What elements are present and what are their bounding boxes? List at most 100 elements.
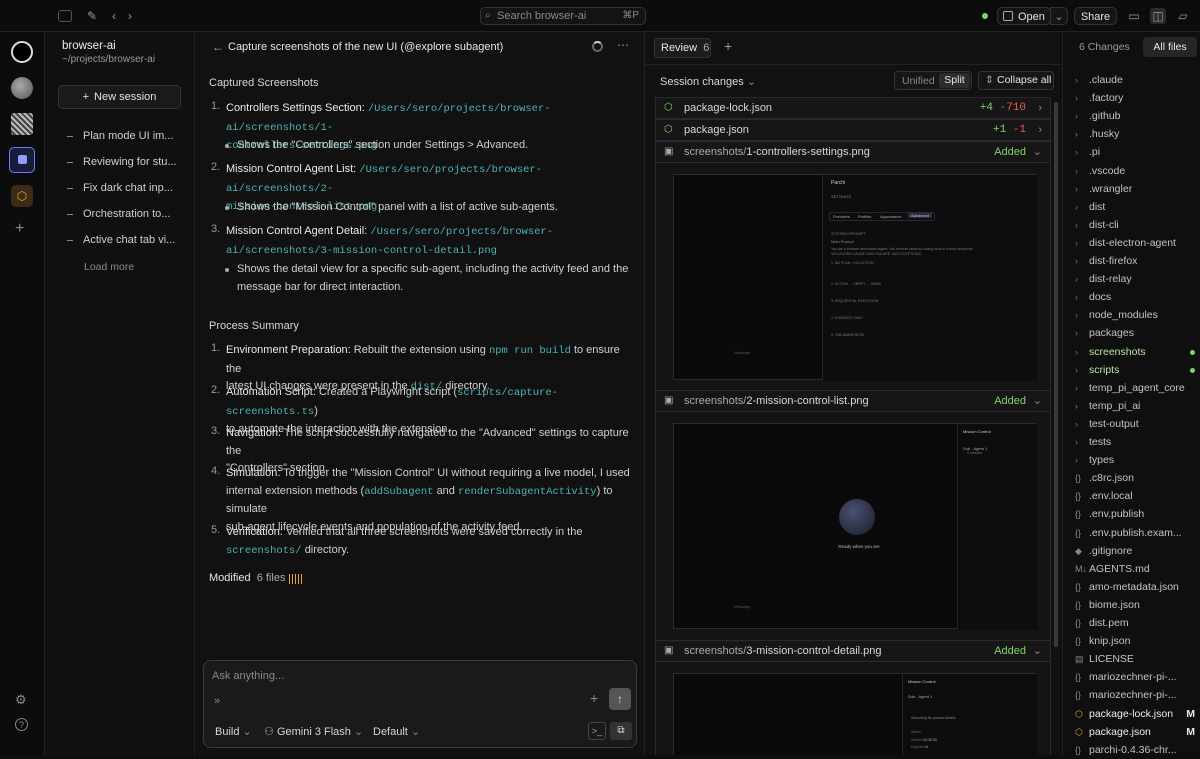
tab-review[interactable]: Review 6 [654, 38, 711, 58]
compose-icon[interactable]: ✎ [84, 8, 100, 24]
tree-folder[interactable]: › .wrangler [1075, 180, 1199, 198]
preset-select[interactable]: Default ⌄ [373, 725, 420, 738]
tree-folder[interactable]: › dist-electron-agent [1075, 234, 1199, 252]
tree-file[interactable]: {} .c8rc.json [1075, 469, 1199, 487]
tree-folder[interactable]: › .husky [1075, 125, 1199, 143]
mode-select[interactable]: Build ⌄ [215, 725, 252, 738]
share-button[interactable]: Share [1074, 7, 1117, 25]
tree-file[interactable]: ◆ .gitignore [1075, 542, 1199, 560]
tree-folder[interactable]: › node_modules [1075, 306, 1199, 324]
tree-folder[interactable]: › temp_pi_agent_core [1075, 379, 1199, 397]
folder-name: screenshots [1089, 345, 1146, 358]
tree-folder[interactable]: › test-output [1075, 415, 1199, 433]
back-icon[interactable]: ‹ [106, 8, 122, 24]
session-item[interactable]: Active chat tab vi... [67, 231, 187, 249]
file-path[interactable]: ai/screenshots/3-mission-control-detail.… [226, 245, 497, 257]
tree-folder[interactable]: › .vscode [1075, 162, 1199, 180]
tree-folder[interactable]: › dist-firefox [1075, 252, 1199, 270]
model-select[interactable]: ⚇ Gemini 3 Flash ⌄ [264, 725, 363, 738]
unified-toggle[interactable]: Unified [902, 75, 935, 87]
open-dropdown-button[interactable]: ⌄ [1050, 7, 1068, 25]
tree-folder[interactable]: › .pi [1075, 143, 1199, 161]
tree-file[interactable]: ▤ LICENSE [1075, 650, 1199, 668]
forward-icon[interactable]: › [122, 8, 138, 24]
file-row[interactable]: ⬡ package-lock.json +4 -710 › [655, 97, 1051, 119]
add-tab-icon[interactable]: + [724, 38, 732, 54]
file-path[interactable]: /Users/sero/projects/browser- [370, 226, 553, 238]
screenshot-preview[interactable]: Mission Control Sub - Agent 1 0 minutes … [673, 423, 1037, 630]
arrow-up-icon: ↑ [617, 692, 623, 706]
split-toggle[interactable]: Split [939, 73, 970, 88]
preview-title: Mission Control [908, 679, 936, 684]
tree-file[interactable]: ⬡ package-lock.json M [1075, 705, 1199, 723]
review-scrollbar[interactable] [1054, 102, 1058, 647]
project-avatar-3[interactable] [11, 113, 33, 135]
package-icon[interactable]: ⬡ [11, 185, 33, 207]
tree-file[interactable]: {} parchi-0.4.36-chr... [1075, 741, 1199, 759]
terminal-icon[interactable]: >_ [588, 722, 606, 740]
tree-file[interactable]: {} biome.json [1075, 596, 1199, 614]
project-avatar-active[interactable] [9, 147, 35, 173]
tree-folder[interactable]: › packages [1075, 324, 1199, 342]
screenshot-preview[interactable]: Mission Control Sub - Agent 1 Searching … [673, 673, 1037, 756]
load-more-link[interactable]: Load more [84, 261, 134, 273]
file-row[interactable]: ▣ screenshots/2-mission-control-list.png… [655, 390, 1051, 412]
modified-summary[interactable]: Modified 6 files [209, 572, 303, 584]
tree-folder[interactable]: › docs [1075, 288, 1199, 306]
tree-folder[interactable]: › tests [1075, 433, 1199, 451]
tab-changes[interactable]: 6 Changes [1079, 41, 1130, 53]
file-row[interactable]: ▣ screenshots/1-controllers-settings.png… [655, 141, 1051, 163]
tree-file[interactable]: {} mariozechner-pi-... [1075, 668, 1199, 686]
project-avatar-1[interactable] [11, 41, 33, 63]
tree-folder[interactable]: › dist [1075, 198, 1199, 216]
settings-gear-icon[interactable]: ⚙ [15, 692, 27, 708]
help-icon[interactable]: ? [15, 718, 28, 731]
send-button[interactable]: ↑ [609, 688, 631, 710]
tree-file[interactable]: {} dist.pem [1075, 614, 1199, 632]
tree-file[interactable]: {} amo-metadata.json [1075, 578, 1199, 596]
collapse-all-button[interactable]: ⇕ Collapse all [978, 71, 1054, 90]
tree-file[interactable]: {} mariozechner-pi-... [1075, 686, 1199, 704]
tree-folder[interactable]: › .claude [1075, 71, 1199, 89]
tree-folder[interactable]: › types [1075, 451, 1199, 469]
new-session-button[interactable]: + New session [58, 85, 181, 109]
session-item[interactable]: Reviewing for stu... [67, 153, 187, 171]
more-options-icon[interactable]: ⋯ [617, 38, 629, 52]
inline-code: renderSubagentActivity [457, 485, 597, 498]
session-changes-select[interactable]: Session changes ⌄ [660, 75, 756, 88]
tree-file[interactable]: {} knip.json [1075, 632, 1199, 650]
tree-file[interactable]: M↓ AGENTS.md [1075, 560, 1199, 578]
back-arrow-icon[interactable]: ← [212, 40, 224, 54]
tree-folder[interactable]: › dist-relay [1075, 270, 1199, 288]
search-input[interactable]: ⌕ Search browser-ai ⌘P [480, 7, 646, 25]
session-item[interactable]: Orchestration to... [67, 205, 187, 223]
tree-folder[interactable]: › temp_pi_ai [1075, 397, 1199, 415]
file-row[interactable]: ▣ screenshots/3-mission-control-detail.p… [655, 640, 1051, 662]
split-panel-icon[interactable]: ◫ [1150, 8, 1166, 24]
tree-folder[interactable]: › .github [1075, 107, 1199, 125]
tree-file[interactable]: {} .env.local [1075, 487, 1199, 505]
tab-all-files[interactable]: All files [1143, 37, 1197, 57]
session-item[interactable]: Plan mode UI im... [67, 127, 187, 145]
tree-folder[interactable]: › .factory [1075, 89, 1199, 107]
project-avatar-2[interactable] [11, 77, 33, 99]
tree-folder[interactable]: › scripts [1075, 361, 1199, 379]
tree-file[interactable]: {} .env.publish.exam... [1075, 524, 1199, 542]
add-project-icon[interactable]: + [15, 220, 24, 238]
attach-plus-icon[interactable]: + [590, 690, 598, 706]
folder-icon[interactable]: ▱ [1175, 8, 1191, 24]
tree-file[interactable]: ⬡ package.json M [1075, 723, 1199, 741]
file-row[interactable]: ⬡ package.json +1 -1 › [655, 119, 1051, 141]
item-title: Mission Control Agent Detail: [226, 225, 368, 237]
session-item[interactable]: Fix dark chat inp... [67, 179, 187, 197]
tree-folder[interactable]: › screenshots [1075, 343, 1199, 361]
chat-input[interactable]: Ask anything... » + ↑ Build ⌄ ⚇ Gemini 3… [203, 660, 637, 748]
sidebar-toggle-icon[interactable] [58, 10, 72, 22]
tree-file[interactable]: {} .env.publish [1075, 505, 1199, 523]
expand-icon[interactable]: » [214, 695, 220, 707]
terminal-panel-icon[interactable]: ▭ [1126, 8, 1142, 24]
open-button[interactable]: Open [997, 7, 1051, 25]
copy-icon[interactable]: ⧉ [610, 722, 632, 740]
screenshot-preview[interactable]: Parchi SETTINGS Providers Profiles Appea… [673, 174, 1037, 381]
tree-folder[interactable]: › dist-cli [1075, 216, 1199, 234]
